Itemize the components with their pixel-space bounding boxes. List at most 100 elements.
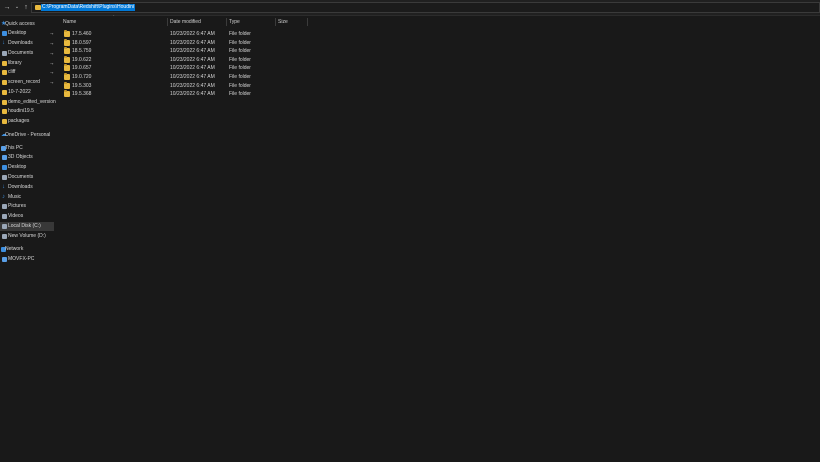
document-icon [2,175,7,180]
nav-item-label: 3D Objects [8,154,33,160]
nav-item[interactable]: Network [0,245,55,254]
back-arrow-icon[interactable]: → [3,3,11,12]
pin-icon[interactable]: ⊸ [50,49,53,58]
nav-item-label: Desktop [8,30,27,36]
up-arrow-icon[interactable]: ↑ [22,3,30,12]
download-icon: ↓ [2,184,5,190]
file-row[interactable]: 18.0.597 10/23/2022 6:47 AM File folder [56,38,820,47]
nav-item-label: Music [8,194,22,200]
picture-icon [2,204,7,209]
file-type: File folder [229,56,251,63]
nav-item[interactable]: 10-7-2022 [0,88,55,97]
nav-item-label: 10-7-2022 [8,89,31,95]
nav-item[interactable]: library ⊸ [0,59,55,68]
nav-item-label: Pictures [8,203,27,209]
nav-item[interactable]: 3D Objects [0,153,55,162]
file-type: File folder [229,39,251,46]
pin-icon[interactable]: ⊸ [50,29,53,38]
nav-item-label: houdini19.5 [8,108,34,114]
file-list-pane: ˆ Name Date modified Type Size 17.5.460 1… [56,14,820,462]
nav-item[interactable]: ★ Quick access [0,20,55,29]
nav-item[interactable]: ↓ Downloads ⊸ [0,39,55,48]
nav-item[interactable]: Desktop [0,163,55,172]
nav-item[interactable]: Pictures [0,202,55,211]
column-header-type[interactable]: Type [227,18,276,26]
file-row[interactable]: 19.0.720 10/23/2022 6:47 AM File folder [56,73,820,81]
nav-item-label: library [8,60,22,66]
nav-item-label: Local Disk (C:) [8,223,41,229]
address-bar[interactable]: C:\ProgramData\Redshift\Plugins\Houdini [31,2,820,13]
recent-locations-chevron-icon[interactable]: ⌄ [13,3,21,12]
file-date-modified: 10/23/2022 6:47 AM [170,91,215,98]
folder-icon [64,73,70,80]
folder-icon [2,119,7,124]
file-row[interactable]: 18.5.759 10/23/2022 6:47 AM File folder [56,47,820,55]
drive-icon [2,224,7,229]
address-path[interactable]: C:\ProgramData\Redshift\Plugins\Houdini [41,4,135,11]
folder-icon [2,80,7,85]
folder-icon [64,55,70,63]
nav-item-label: Downloads [8,184,33,190]
folder-icon [64,47,70,55]
folder-icon [64,64,70,72]
folder-icon [64,30,70,37]
navigation-pane: ★ Quick access Desktop ⊸ ↓ Downloads ⊸ Document… [0,16,56,462]
folder-icon [64,81,70,89]
nav-item[interactable]: This PC [0,144,55,153]
computer-icon [2,257,7,262]
file-row[interactable]: 19.0.622 10/23/2022 6:47 AM File folder [56,55,820,64]
nav-item[interactable]: New Volume (D:) [0,232,55,241]
nav-item[interactable]: Desktop ⊸ [0,29,55,38]
folder-icon [2,61,7,66]
file-name: 19.5.368 [72,91,92,98]
folder-icon [2,100,7,105]
address-toolbar: → ⌄ ↑ C:\ProgramData\Redshift\Plugins\Ho… [0,0,820,16]
column-header-size[interactable]: Size [276,18,308,26]
folder-icon [2,70,7,75]
nav-item-label: Downloads [8,40,33,46]
nav-item-label: cliff [8,69,16,75]
file-name: 17.5.460 [72,31,92,37]
nav-item[interactable]: Videos [0,212,55,221]
folder-icon [64,38,70,46]
nav-item[interactable]: Documents [0,173,55,182]
pin-icon[interactable]: ⊸ [50,68,53,77]
file-name: 19.0.622 [72,56,92,63]
nav-item[interactable]: demo_edited_version [0,98,56,107]
file-type: File folder [229,74,251,80]
nav-item[interactable]: houdini19.5 [0,107,55,116]
column-header-name[interactable]: Name [61,18,168,26]
pin-icon[interactable]: ⊸ [50,59,53,68]
nav-item-label: Network [5,246,24,252]
nav-item-label: New Volume (D:) [8,233,46,239]
column-header-date-modified[interactable]: Date modified [168,18,227,26]
file-row[interactable]: 19.0.657 10/23/2022 6:47 AM File folder [56,64,820,72]
pin-icon[interactable]: ⊸ [50,78,53,87]
column-headers: ˆ Name Date modified Type Size [56,14,820,28]
file-row[interactable]: 19.5.303 10/23/2022 6:47 AM File folder [56,81,820,90]
nav-item[interactable]: ☁ OneDrive - Personal [0,131,55,140]
file-date-modified: 10/23/2022 6:47 AM [170,31,215,37]
file-name: 19.0.720 [72,74,92,80]
nav-item-label: OneDrive - Personal [5,132,51,138]
desktop-icon [2,31,7,36]
file-name: 19.0.657 [72,65,92,72]
nav-item[interactable]: Local Disk (C:) [0,222,54,231]
nav-item-label: packages [8,118,30,124]
nav-item[interactable]: Documents ⊸ [0,49,55,58]
nav-item-label: Documents [8,174,34,180]
nav-item[interactable]: ↓ Downloads [0,183,55,192]
nav-item-label: This PC [5,145,23,151]
nav-item[interactable]: cliff ⊸ [0,68,55,77]
nav-item-label: demo_edited_version [8,99,56,105]
file-date-modified: 10/23/2022 6:47 AM [170,48,215,55]
document-icon [2,51,7,56]
file-row[interactable]: 19.5.368 10/23/2022 6:47 AM File folder [56,90,820,98]
nav-item[interactable]: ♪ Music [0,193,55,202]
pin-icon[interactable]: ⊸ [50,39,53,48]
nav-item[interactable]: screen_record ⊸ [0,78,55,87]
nav-item[interactable]: packages [0,117,55,126]
nav-item[interactable]: MOVFX-PC [0,255,55,264]
file-date-modified: 10/23/2022 6:47 AM [170,39,215,46]
file-row[interactable]: 17.5.460 10/23/2022 6:47 AM File folder [56,30,820,38]
